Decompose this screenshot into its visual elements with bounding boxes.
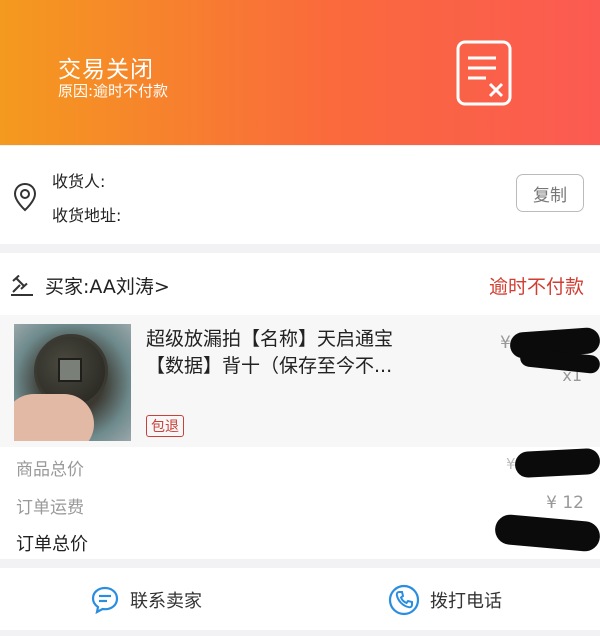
auction-hammer-icon [11,275,33,296]
contact-seller-button[interactable]: 联系卖家 [90,582,202,618]
coin-hole [58,358,82,382]
phone-icon [388,584,420,616]
contact-seller-label: 联系卖家 [130,591,202,612]
shipping-address-section [0,146,600,244]
finger-image [14,394,94,441]
shipping-value: ¥ 12 [546,493,584,513]
address-label: 收货地址: [52,206,122,225]
receiver-label: 收货人: [52,172,106,191]
item-title-line1: 超级放漏拍【名称】天启通宝 [146,328,394,350]
closed-document-icon [456,40,512,106]
order-status-label: 逾时不付款 [488,276,584,298]
order-status-header: 交易关闭 原因:逾时不付款 [0,0,600,145]
shipping-label: 订单运费 [16,498,84,518]
buyer-link[interactable]: 买家:AA刘涛> [45,272,170,299]
copy-button[interactable]: 复制 [516,174,584,212]
call-phone-button[interactable]: 拨打电话 [388,582,502,618]
goods-total-label: 商品总价 [16,460,84,480]
location-pin-icon [13,182,37,212]
item-thumbnail[interactable] [14,324,131,441]
order-close-reason: 原因:逾时不付款 [58,82,169,100]
item-title-line2: 【数据】背十（保存至今不... [146,355,393,377]
item-title[interactable]: 超级放漏拍【名称】天启通宝 【数据】背十（保存至今不... [146,326,466,380]
call-phone-label: 拨打电话 [430,591,502,612]
order-total-label: 订单总价 [16,534,88,555]
order-status-title: 交易关闭 [58,57,154,83]
goods-total-redaction [514,447,600,479]
chat-bubble-icon [91,586,119,615]
return-guarantee-tag: 包退 [146,415,184,437]
